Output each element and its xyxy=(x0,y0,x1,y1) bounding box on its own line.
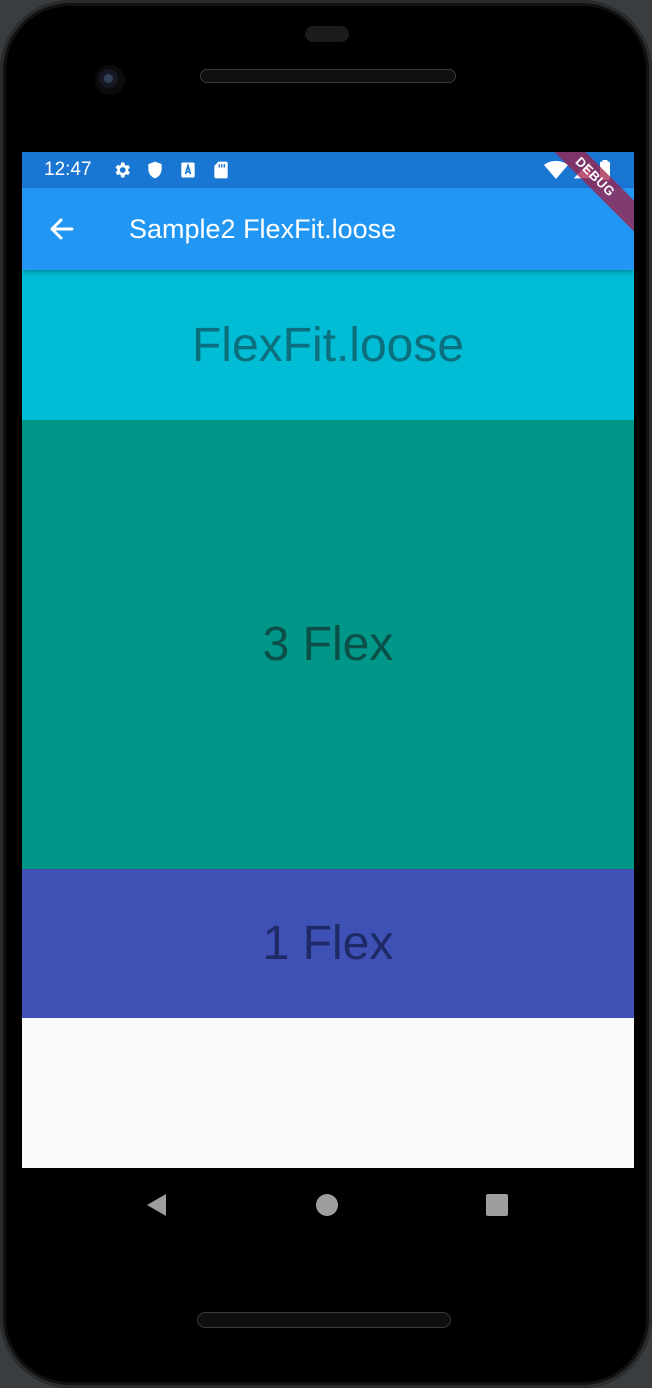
sd-card-icon xyxy=(214,161,228,179)
top-speaker xyxy=(200,69,456,83)
gear-icon xyxy=(115,162,130,178)
flexfit-loose-label: FlexFit.loose xyxy=(191,318,465,372)
earpiece xyxy=(305,26,349,42)
one-flex-block: 1 Flex xyxy=(22,869,634,1018)
back-triangle-icon[interactable] xyxy=(142,1190,172,1220)
front-camera xyxy=(95,65,125,95)
flexfit-loose-block: FlexFit.loose xyxy=(22,270,634,420)
shield-icon xyxy=(148,161,162,179)
recents-square-icon[interactable] xyxy=(482,1190,512,1220)
one-flex-label: 1 Flex xyxy=(262,917,394,970)
app-bar: Sample2 FlexFit.loose xyxy=(22,188,634,270)
page-title: Sample2 FlexFit.loose xyxy=(129,214,397,244)
home-circle-icon[interactable] xyxy=(312,1190,342,1220)
arrow-left-icon[interactable] xyxy=(42,209,82,249)
bottom-speaker xyxy=(197,1312,451,1328)
system-nav-bar xyxy=(22,1168,634,1240)
status-bar: 12:47 xyxy=(22,152,634,188)
a-box-icon xyxy=(181,162,195,178)
phone-frame: 12:47 Sample2 FlexFit.loose FlexFit.loos… xyxy=(0,0,652,1388)
three-flex-block: 3 Flex xyxy=(22,420,634,869)
three-flex-label: 3 Flex xyxy=(262,618,394,671)
status-time: 12:47 xyxy=(44,159,92,180)
app-screen: 12:47 Sample2 FlexFit.loose FlexFit.loos… xyxy=(22,152,634,1168)
wifi-icon xyxy=(544,161,568,179)
